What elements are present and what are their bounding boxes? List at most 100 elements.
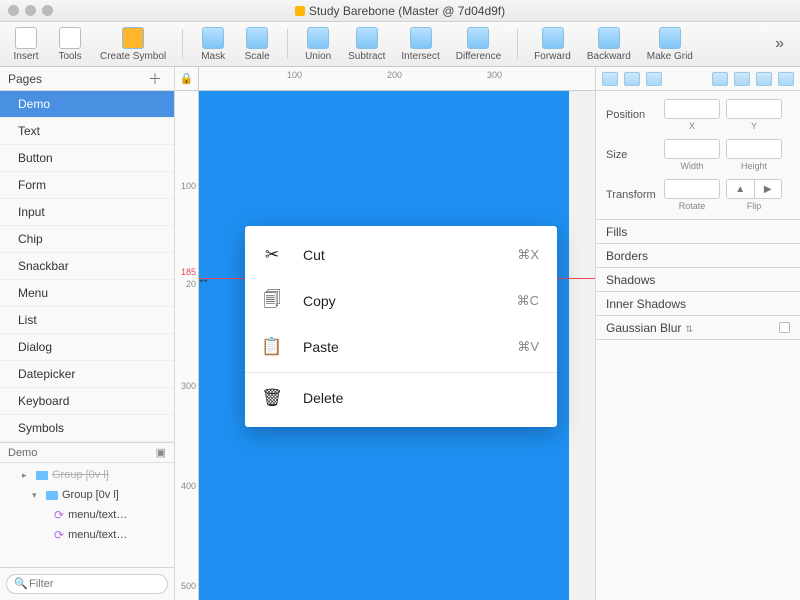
shadows-header[interactable]: Shadows <box>596 268 800 292</box>
x-input[interactable] <box>664 99 720 119</box>
filter-box: 🔍 <box>0 567 174 600</box>
page-item-keyboard[interactable]: Keyboard <box>0 388 174 415</box>
menu-item-paste[interactable]: 📋 Paste ⌘V <box>245 324 557 370</box>
intersect-icon <box>410 27 432 49</box>
filter-input[interactable] <box>6 574 168 594</box>
ruler-lock-icon[interactable]: 🔒 <box>175 67 199 90</box>
inspector: Position X Y Size Width Height Transform… <box>595 67 800 600</box>
subtract-button[interactable]: Subtract <box>344 27 389 62</box>
symbol-icon <box>122 27 144 49</box>
scale-icon <box>246 27 268 49</box>
fills-header[interactable]: Fills <box>596 220 800 244</box>
context-menu: ✂ Cut ⌘X 🗐 Copy ⌘C 📋 Paste ⌘V <box>245 226 557 427</box>
ruler-horizontal[interactable]: 100 200 300 <box>199 67 595 90</box>
create-symbol-button[interactable]: Create Symbol <box>96 27 170 62</box>
toolbar-separator <box>182 29 183 59</box>
left-sidebar: Pages ＋ Demo Text Button Form Input Chip… <box>0 67 175 600</box>
page-item-symbols[interactable]: Symbols <box>0 415 174 442</box>
flip-horizontal-button[interactable]: ▲ <box>727 180 755 198</box>
menu-item-delete[interactable]: 🗑 Delete <box>245 375 557 421</box>
layer-item[interactable]: ⟳menu/text… <box>0 525 174 545</box>
layer-item[interactable]: ⟳menu/text… <box>0 505 174 525</box>
difference-icon <box>467 27 489 49</box>
symbol-icon: ⟳ <box>54 508 64 522</box>
minimize-window-button[interactable] <box>25 5 36 16</box>
distribute-button[interactable] <box>778 72 794 86</box>
backward-icon <box>598 27 620 49</box>
make-grid-button[interactable]: Make Grid <box>643 27 697 62</box>
page-item-form[interactable]: Form <box>0 172 174 199</box>
borders-header[interactable]: Borders <box>596 244 800 268</box>
artboard-list-icon[interactable]: ▣ <box>156 446 166 459</box>
mask-button[interactable]: Mask <box>195 27 231 62</box>
insert-button[interactable]: Insert <box>8 27 44 62</box>
insert-icon <box>15 27 37 49</box>
pages-header: Pages ＋ <box>0 67 174 91</box>
layer-item[interactable]: ▾Group [0v l] <box>0 485 174 505</box>
rotate-input[interactable] <box>664 179 720 199</box>
page-item-button[interactable]: Button <box>0 145 174 172</box>
gaussian-blur-checkbox[interactable] <box>779 322 790 333</box>
folder-icon <box>46 491 58 500</box>
menu-item-cut[interactable]: ✂ Cut ⌘X <box>245 232 557 278</box>
layers-list: ▸Group [0v l] ▾Group [0v l] ⟳menu/text… … <box>0 463 174 567</box>
flip-vertical-button[interactable]: ▶ <box>755 180 782 198</box>
backward-button[interactable]: Backward <box>583 27 635 62</box>
align-top-button[interactable] <box>712 72 728 86</box>
zoom-window-button[interactable] <box>42 5 53 16</box>
align-left-button[interactable] <box>602 72 618 86</box>
canvas-area: 🔒 100 200 300 100 185 20 300 400 500 ↔ <box>175 67 595 600</box>
page-item-chip[interactable]: Chip <box>0 226 174 253</box>
grid-icon <box>659 27 681 49</box>
toolbar: Insert Tools Create Symbol Mask Scale Un… <box>0 22 800 67</box>
copy-icon: 🗐 <box>263 287 281 316</box>
canvas[interactable]: ↔ ✂ Cut ⌘X 🗐 Copy ⌘C 📋 Paste <box>199 91 595 600</box>
close-window-button[interactable] <box>8 5 19 16</box>
guide-handle-icon[interactable]: ↔ <box>199 271 210 286</box>
delete-icon: 🗑 <box>263 388 281 408</box>
pages-list: Demo Text Button Form Input Chip Snackba… <box>0 91 174 443</box>
layer-item[interactable]: ▸Group [0v l] <box>0 465 174 485</box>
symbol-icon: ⟳ <box>54 528 64 542</box>
width-input[interactable] <box>664 139 720 159</box>
window-controls <box>8 5 53 16</box>
page-item-dialog[interactable]: Dialog <box>0 334 174 361</box>
page-item-list[interactable]: List <box>0 307 174 334</box>
page-item-snackbar[interactable]: Snackbar <box>0 253 174 280</box>
page-item-menu[interactable]: Menu <box>0 280 174 307</box>
union-button[interactable]: Union <box>300 27 336 62</box>
document-icon <box>295 6 305 16</box>
mask-icon <box>202 27 224 49</box>
align-middle-button[interactable] <box>734 72 750 86</box>
window-title: Study Barebone (Master @ 7d04d9f) <box>0 4 800 18</box>
difference-button[interactable]: Difference <box>452 27 505 62</box>
union-icon <box>307 27 329 49</box>
align-bottom-button[interactable] <box>756 72 772 86</box>
page-item-demo[interactable]: Demo <box>0 91 174 118</box>
tools-icon <box>59 27 81 49</box>
height-input[interactable] <box>726 139 782 159</box>
intersect-button[interactable]: Intersect <box>397 27 443 62</box>
geometry-section: Position X Y Size Width Height Transform… <box>596 91 800 220</box>
page-item-datepicker[interactable]: Datepicker <box>0 361 174 388</box>
stepper-icon[interactable]: ⇅ <box>685 324 693 334</box>
ruler-vertical[interactable]: 100 185 20 300 400 500 <box>175 91 199 600</box>
inner-shadows-header[interactable]: Inner Shadows <box>596 292 800 316</box>
y-input[interactable] <box>726 99 782 119</box>
paste-icon: 📋 <box>263 337 281 357</box>
gaussian-blur-row[interactable]: Gaussian Blur⇅ <box>596 316 800 340</box>
menu-item-copy[interactable]: 🗐 Copy ⌘C <box>245 278 557 324</box>
page-item-text[interactable]: Text <box>0 118 174 145</box>
align-right-button[interactable] <box>646 72 662 86</box>
tools-button[interactable]: Tools <box>52 27 88 62</box>
scale-button[interactable]: Scale <box>239 27 275 62</box>
add-page-button[interactable]: ＋ <box>144 69 166 89</box>
layers-label: Demo <box>8 447 156 459</box>
page-item-input[interactable]: Input <box>0 199 174 226</box>
toolbar-overflow-button[interactable]: » <box>767 31 792 57</box>
cut-icon: ✂ <box>263 245 281 265</box>
forward-button[interactable]: Forward <box>530 27 575 62</box>
align-center-button[interactable] <box>624 72 640 86</box>
position-label: Position <box>606 109 658 121</box>
transform-label: Transform <box>606 189 658 201</box>
